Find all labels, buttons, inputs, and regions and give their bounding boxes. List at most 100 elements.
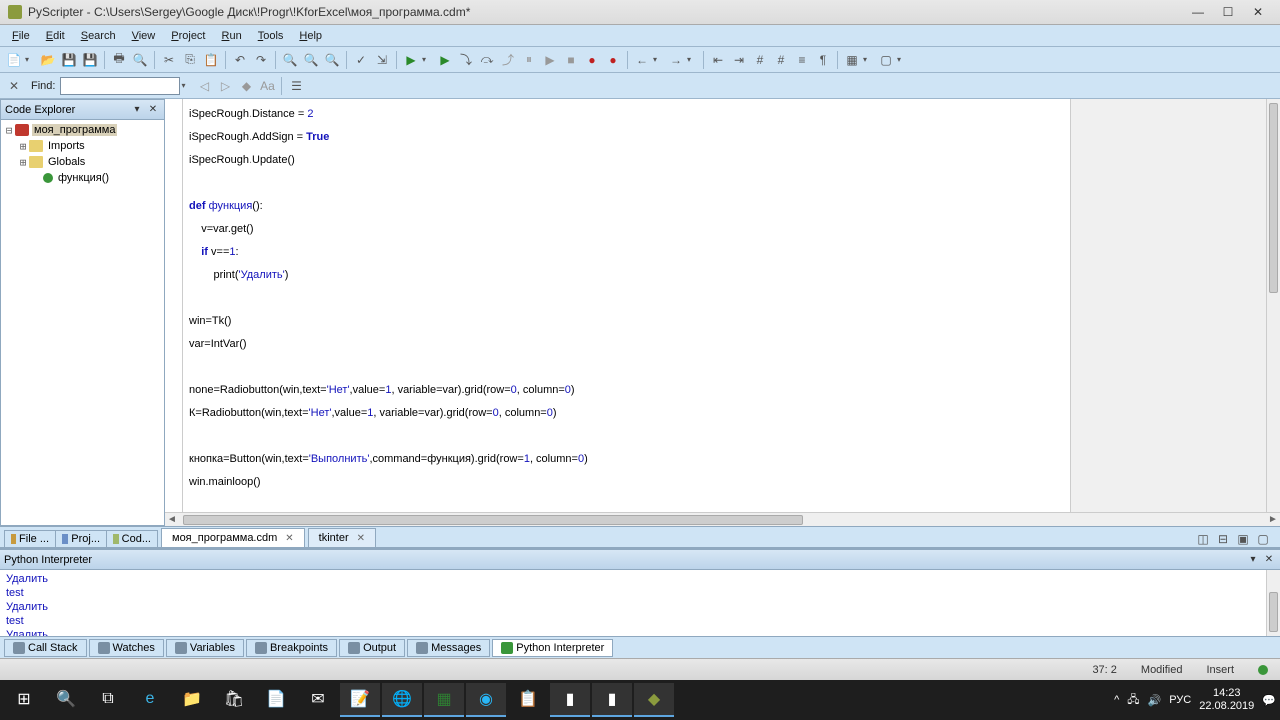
horizontal-scrollbar[interactable]: ◄ ► (165, 512, 1280, 526)
replace-button[interactable]: 🔍 (322, 50, 342, 70)
comment-button[interactable]: # (750, 50, 770, 70)
tab-close-icon[interactable]: ✕ (357, 533, 365, 544)
explorer-icon[interactable]: 📁 (172, 683, 212, 717)
tab-close-icon[interactable]: ✕ (285, 533, 293, 544)
new-file-button[interactable]: 📄 (4, 50, 24, 70)
clock[interactable]: 14:2322.08.2019 (1199, 687, 1254, 713)
scroll-right-icon[interactable]: ► (1266, 513, 1280, 527)
tab-main-file[interactable]: моя_программа.cdm✕ (161, 528, 305, 547)
split-h-button[interactable]: ◫ (1194, 531, 1212, 547)
find-next2-button[interactable]: ▷ (215, 76, 235, 96)
menu-project[interactable]: Project (163, 28, 213, 44)
maximize-editor-button[interactable]: ▣ (1234, 531, 1252, 547)
menu-run[interactable]: Run (214, 28, 250, 44)
find-next-button[interactable]: 🔍 (301, 50, 321, 70)
find-button[interactable]: 🔍 (280, 50, 300, 70)
step-over-button[interactable]: ⤼ (477, 50, 497, 70)
split-v-button[interactable]: ⊟ (1214, 531, 1232, 547)
panel-pin-icon[interactable]: ▾ (1246, 553, 1260, 567)
highlight-button[interactable]: ◆ (236, 76, 256, 96)
find-input[interactable] (60, 77, 180, 95)
app-icon-1[interactable]: ◉ (466, 683, 506, 717)
menu-file[interactable]: File (4, 28, 38, 44)
console-scrollbar[interactable] (1266, 570, 1280, 636)
taskbar[interactable]: ⊞ 🔍 ⧉ e 📁 🛍 📄 ✉ 📝 🌐 ▦ ◉ 📋 ▮ ▮ ◆ ^ 🖧 🔊 РУ… (0, 680, 1280, 720)
tab-tkinter[interactable]: tkinter✕ (308, 528, 376, 547)
undo-button[interactable]: ↶ (230, 50, 250, 70)
chrome-icon[interactable]: 🌐 (382, 683, 422, 717)
code-editor[interactable]: iSpecRough.Distance = 2 iSpecRough.AddSi… (183, 99, 1070, 512)
left-tab-file[interactable]: File ... (4, 530, 56, 547)
reinit-button[interactable]: ● (603, 50, 623, 70)
tab-python-interpreter[interactable]: Python Interpreter (492, 639, 613, 657)
left-tab-code[interactable]: Cod... (106, 530, 158, 547)
mail-icon[interactable]: ✉ (298, 683, 338, 717)
cmd-icon-2[interactable]: ▮ (592, 683, 632, 717)
menu-help[interactable]: Help (291, 28, 330, 44)
debug-button[interactable]: ▶ (435, 50, 455, 70)
close-button[interactable]: ✕ (1244, 3, 1272, 21)
menu-edit[interactable]: Edit (38, 28, 73, 44)
panel-dropdown-icon[interactable]: ▾ (130, 103, 144, 117)
find-prev-button[interactable]: ◁ (194, 76, 214, 96)
tree-root[interactable]: моя_программа (32, 124, 117, 136)
uncomment-button[interactable]: # (771, 50, 791, 70)
match-case-button[interactable]: Aa (257, 76, 277, 96)
store-icon[interactable]: 🛍 (214, 683, 254, 717)
tree-globals[interactable]: Globals (46, 156, 87, 168)
layouts-button[interactable]: ▦ (842, 50, 862, 70)
copy-button[interactable]: ⎘ (180, 50, 200, 70)
panel-close-icon[interactable]: ✕ (146, 103, 160, 117)
tab-call-stack[interactable]: Call Stack (4, 639, 87, 657)
save-button[interactable]: 💾 (59, 50, 79, 70)
app-icon-2[interactable]: 📋 (508, 683, 548, 717)
console-scroll-thumb[interactable] (1269, 592, 1278, 632)
windows-button[interactable]: ▢ (876, 50, 896, 70)
paste-button[interactable]: 📋 (201, 50, 221, 70)
forward-button[interactable]: → (666, 50, 686, 70)
hscroll-thumb[interactable] (183, 515, 803, 525)
close-find-button[interactable]: ✕ (4, 76, 24, 96)
left-tab-project[interactable]: Proj... (55, 530, 107, 547)
excel-icon[interactable]: ▦ (424, 683, 464, 717)
outdent-button[interactable]: ⇤ (708, 50, 728, 70)
panel-close-icon[interactable]: ✕ (1262, 553, 1276, 567)
task-view-button[interactable]: ⧉ (88, 683, 128, 717)
step-into-button[interactable]: ⤵ (456, 50, 476, 70)
search-button[interactable]: 🔍 (46, 683, 86, 717)
tray-chevron-icon[interactable]: ^ (1114, 694, 1119, 706)
notepadpp-icon[interactable]: 📝 (340, 683, 380, 717)
toggle-list-button[interactable]: ≡ (792, 50, 812, 70)
scroll-left-icon[interactable]: ◄ (165, 513, 179, 527)
print-button[interactable]: 🖶 (109, 50, 129, 70)
start-button[interactable]: ⊞ (4, 683, 44, 717)
cut-button[interactable]: ✂ (159, 50, 179, 70)
interpreter-console[interactable]: Удалить test Удалить test Удалить >>> (0, 570, 1280, 636)
continue-button[interactable]: ▶ (540, 50, 560, 70)
abort-button[interactable]: ● (582, 50, 602, 70)
menu-tools[interactable]: Tools (250, 28, 292, 44)
save-all-button[interactable]: 💾 (80, 50, 100, 70)
volume-icon[interactable]: 🔊 (1148, 694, 1162, 707)
tab-variables[interactable]: Variables (166, 639, 244, 657)
cmd-icon[interactable]: ▮ (550, 683, 590, 717)
network-icon[interactable]: 🖧 (1127, 691, 1139, 710)
tab-output[interactable]: Output (339, 639, 405, 657)
pause-button[interactable]: ⏸ (519, 50, 539, 70)
indent-button[interactable]: ⇥ (729, 50, 749, 70)
pyscripter-icon[interactable]: ◆ (634, 683, 674, 717)
import-button[interactable]: ⇲ (372, 50, 392, 70)
menu-search[interactable]: Search (73, 28, 124, 44)
menu-view[interactable]: View (124, 28, 164, 44)
tree-func[interactable]: функция() (56, 172, 111, 184)
tab-messages[interactable]: Messages (407, 639, 490, 657)
tree-imports[interactable]: Imports (46, 140, 87, 152)
minimize-button[interactable]: — (1184, 3, 1212, 21)
maximize-button[interactable]: ☐ (1214, 3, 1242, 21)
stop-button[interactable]: ■ (561, 50, 581, 70)
system-tray[interactable]: ^ 🖧 🔊 РУС 14:2322.08.2019 💬 (1114, 687, 1276, 713)
tab-breakpoints[interactable]: Breakpoints (246, 639, 337, 657)
code-tree[interactable]: ⊟моя_программа ⊞Imports ⊞Globals функция… (1, 120, 164, 525)
syntax-check-button[interactable]: ✓ (351, 50, 371, 70)
redo-button[interactable]: ↷ (251, 50, 271, 70)
